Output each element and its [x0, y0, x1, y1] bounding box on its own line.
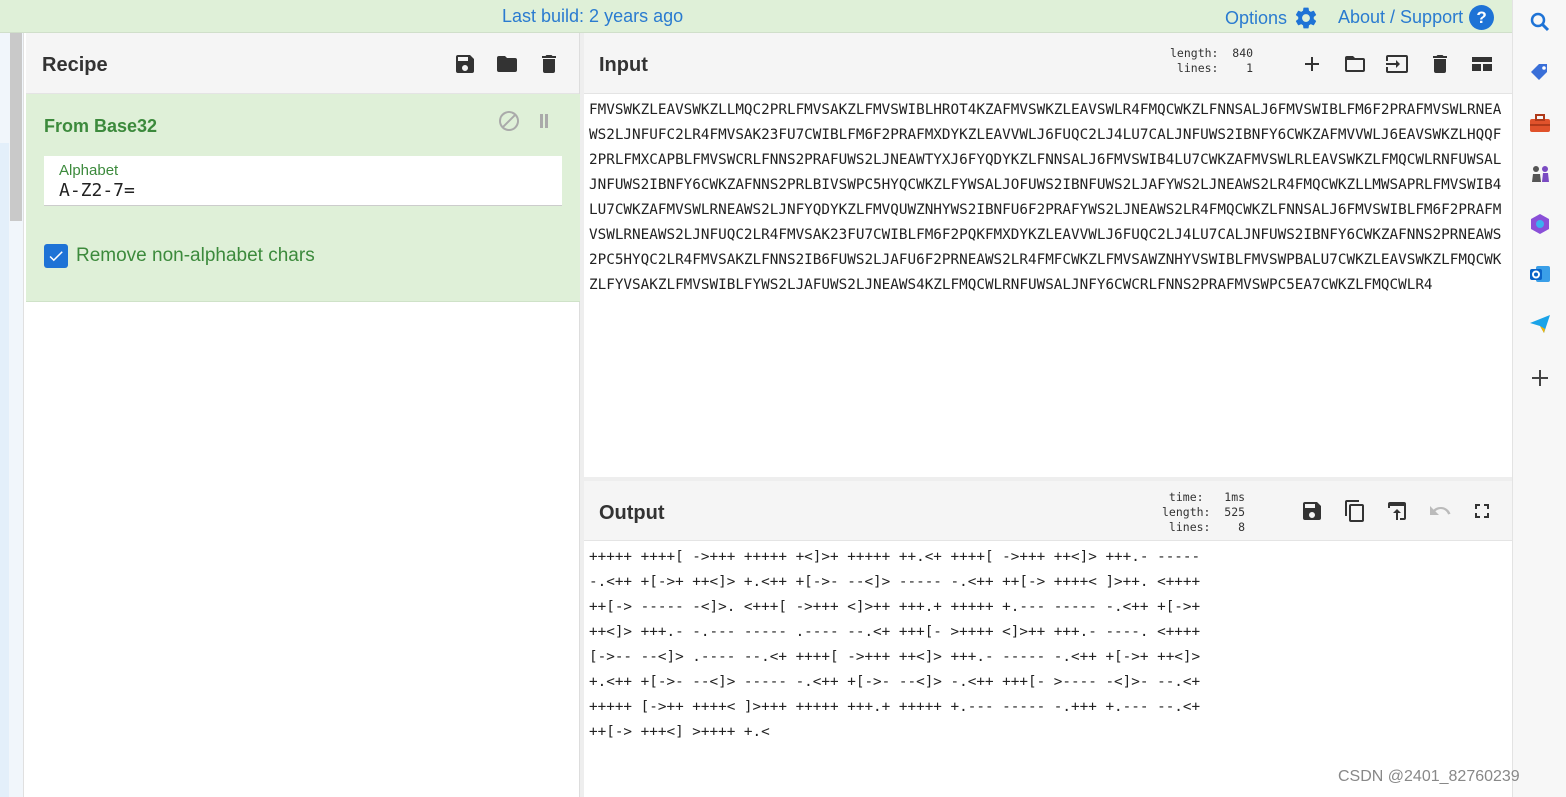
- disable-icon: [499, 111, 519, 131]
- layout-icon: [1472, 57, 1492, 71]
- chess-icon[interactable]: [1528, 162, 1552, 186]
- recipe-title: Recipe: [42, 54, 108, 76]
- remove-non-alphabet-checkbox[interactable]: [44, 244, 68, 268]
- top-banner: Last build: 2 years ago Options About / …: [0, 0, 1512, 33]
- input-arrow-icon: [1386, 55, 1408, 73]
- save-output-button[interactable]: [1297, 496, 1327, 526]
- operations-list-edge: [0, 143, 9, 797]
- input-textarea[interactable]: FMVSWKZLEAVSWKZLLMQC2PRLFMVSAKZLFMVSWIBL…: [589, 98, 1509, 298]
- clear-recipe-button[interactable]: [534, 49, 564, 79]
- copilot-icon[interactable]: [1528, 212, 1552, 236]
- operation-title: From Base32: [44, 116, 158, 136]
- add-icon[interactable]: [1528, 366, 1552, 390]
- output-textarea[interactable]: +++++ ++++[ ->+++ +++++ +<]>+ +++++ ++.<…: [589, 545, 1509, 745]
- about-support-link[interactable]: About / Support ?: [1338, 5, 1495, 30]
- remove-non-alphabet-label: Remove non-alphabet chars: [76, 245, 315, 266]
- save-icon: [456, 55, 474, 73]
- send-icon[interactable]: [1528, 312, 1552, 336]
- load-recipe-button[interactable]: [492, 49, 522, 79]
- alphabet-value[interactable]: A-Z2-7=: [59, 180, 135, 201]
- undo-icon: [1430, 506, 1451, 515]
- operations-panel-edge: [0, 33, 24, 797]
- copy-output-button[interactable]: [1340, 496, 1370, 526]
- options-link[interactable]: Options: [1225, 5, 1319, 31]
- reset-layout-button[interactable]: [1467, 49, 1497, 79]
- plus-icon: [1305, 57, 1319, 71]
- open-folder-button[interactable]: [1382, 49, 1412, 79]
- output-pane: Output time: 1ms length: 525 lines: 8 ++…: [584, 481, 1512, 797]
- outlook-icon[interactable]: [1528, 262, 1552, 286]
- help-icon: ?: [1469, 5, 1495, 30]
- recipe-pane: Recipe From Base32 Alphabet A-Z2-7= Remo…: [26, 33, 580, 797]
- search-icon[interactable]: [1528, 10, 1552, 34]
- disable-operation-button[interactable]: [494, 106, 524, 136]
- input-stats: length: 840 lines: 1: [1170, 46, 1254, 75]
- clear-input-button[interactable]: [1425, 49, 1455, 79]
- output-title: Output: [599, 502, 665, 524]
- trash-icon: [1433, 55, 1447, 73]
- open-file-button[interactable]: [1340, 49, 1370, 79]
- maximize-output-button[interactable]: [1467, 496, 1497, 526]
- input-title: Input: [599, 54, 648, 76]
- operations-scrollbar[interactable]: [10, 33, 22, 221]
- checkmark-icon: [49, 251, 63, 262]
- gear-icon: [1295, 7, 1317, 29]
- watermark: CSDN @2401_82760239: [1338, 768, 1520, 785]
- output-header: Output time: 1ms length: 525 lines: 8: [584, 481, 1512, 541]
- recipe-header: Recipe: [26, 33, 579, 94]
- browser-sidebar: [1512, 0, 1566, 797]
- copy-icon: [1345, 500, 1364, 522]
- save-recipe-button[interactable]: [450, 49, 480, 79]
- tag-icon[interactable]: [1528, 61, 1552, 85]
- folder-icon: [497, 56, 517, 72]
- alphabet-field[interactable]: Alphabet A-Z2-7=: [44, 156, 562, 206]
- replace-input-button[interactable]: [1382, 496, 1412, 526]
- toolbox-icon[interactable]: [1528, 112, 1552, 136]
- pause-operation-button[interactable]: [529, 106, 559, 136]
- open-in-icon: [1388, 502, 1406, 520]
- output-stats: time: 1ms length: 525 lines: 8: [1162, 490, 1246, 534]
- options-label: Options: [1225, 7, 1288, 28]
- input-header: Input length: 840 lines: 1: [584, 33, 1512, 94]
- pause-icon: [540, 114, 548, 128]
- last-build-text: Last build: 2 years ago: [502, 6, 684, 26]
- undo-button[interactable]: [1425, 496, 1455, 526]
- operation-from-base32[interactable]: From Base32 Alphabet A-Z2-7= Remove non-…: [26, 94, 580, 302]
- save-icon: [1303, 502, 1321, 520]
- folder-open-icon: [1345, 56, 1365, 72]
- about-support-label: About / Support: [1338, 7, 1464, 27]
- fullscreen-icon: [1475, 504, 1489, 518]
- alphabet-label: Alphabet: [59, 162, 119, 179]
- trash-icon: [542, 55, 556, 73]
- remove-non-alphabet-option[interactable]: Remove non-alphabet chars: [44, 244, 315, 268]
- add-input-tab-button[interactable]: [1297, 49, 1327, 79]
- input-pane: Input length: 840 lines: 1 FMVSWKZLEAVSW…: [584, 33, 1512, 477]
